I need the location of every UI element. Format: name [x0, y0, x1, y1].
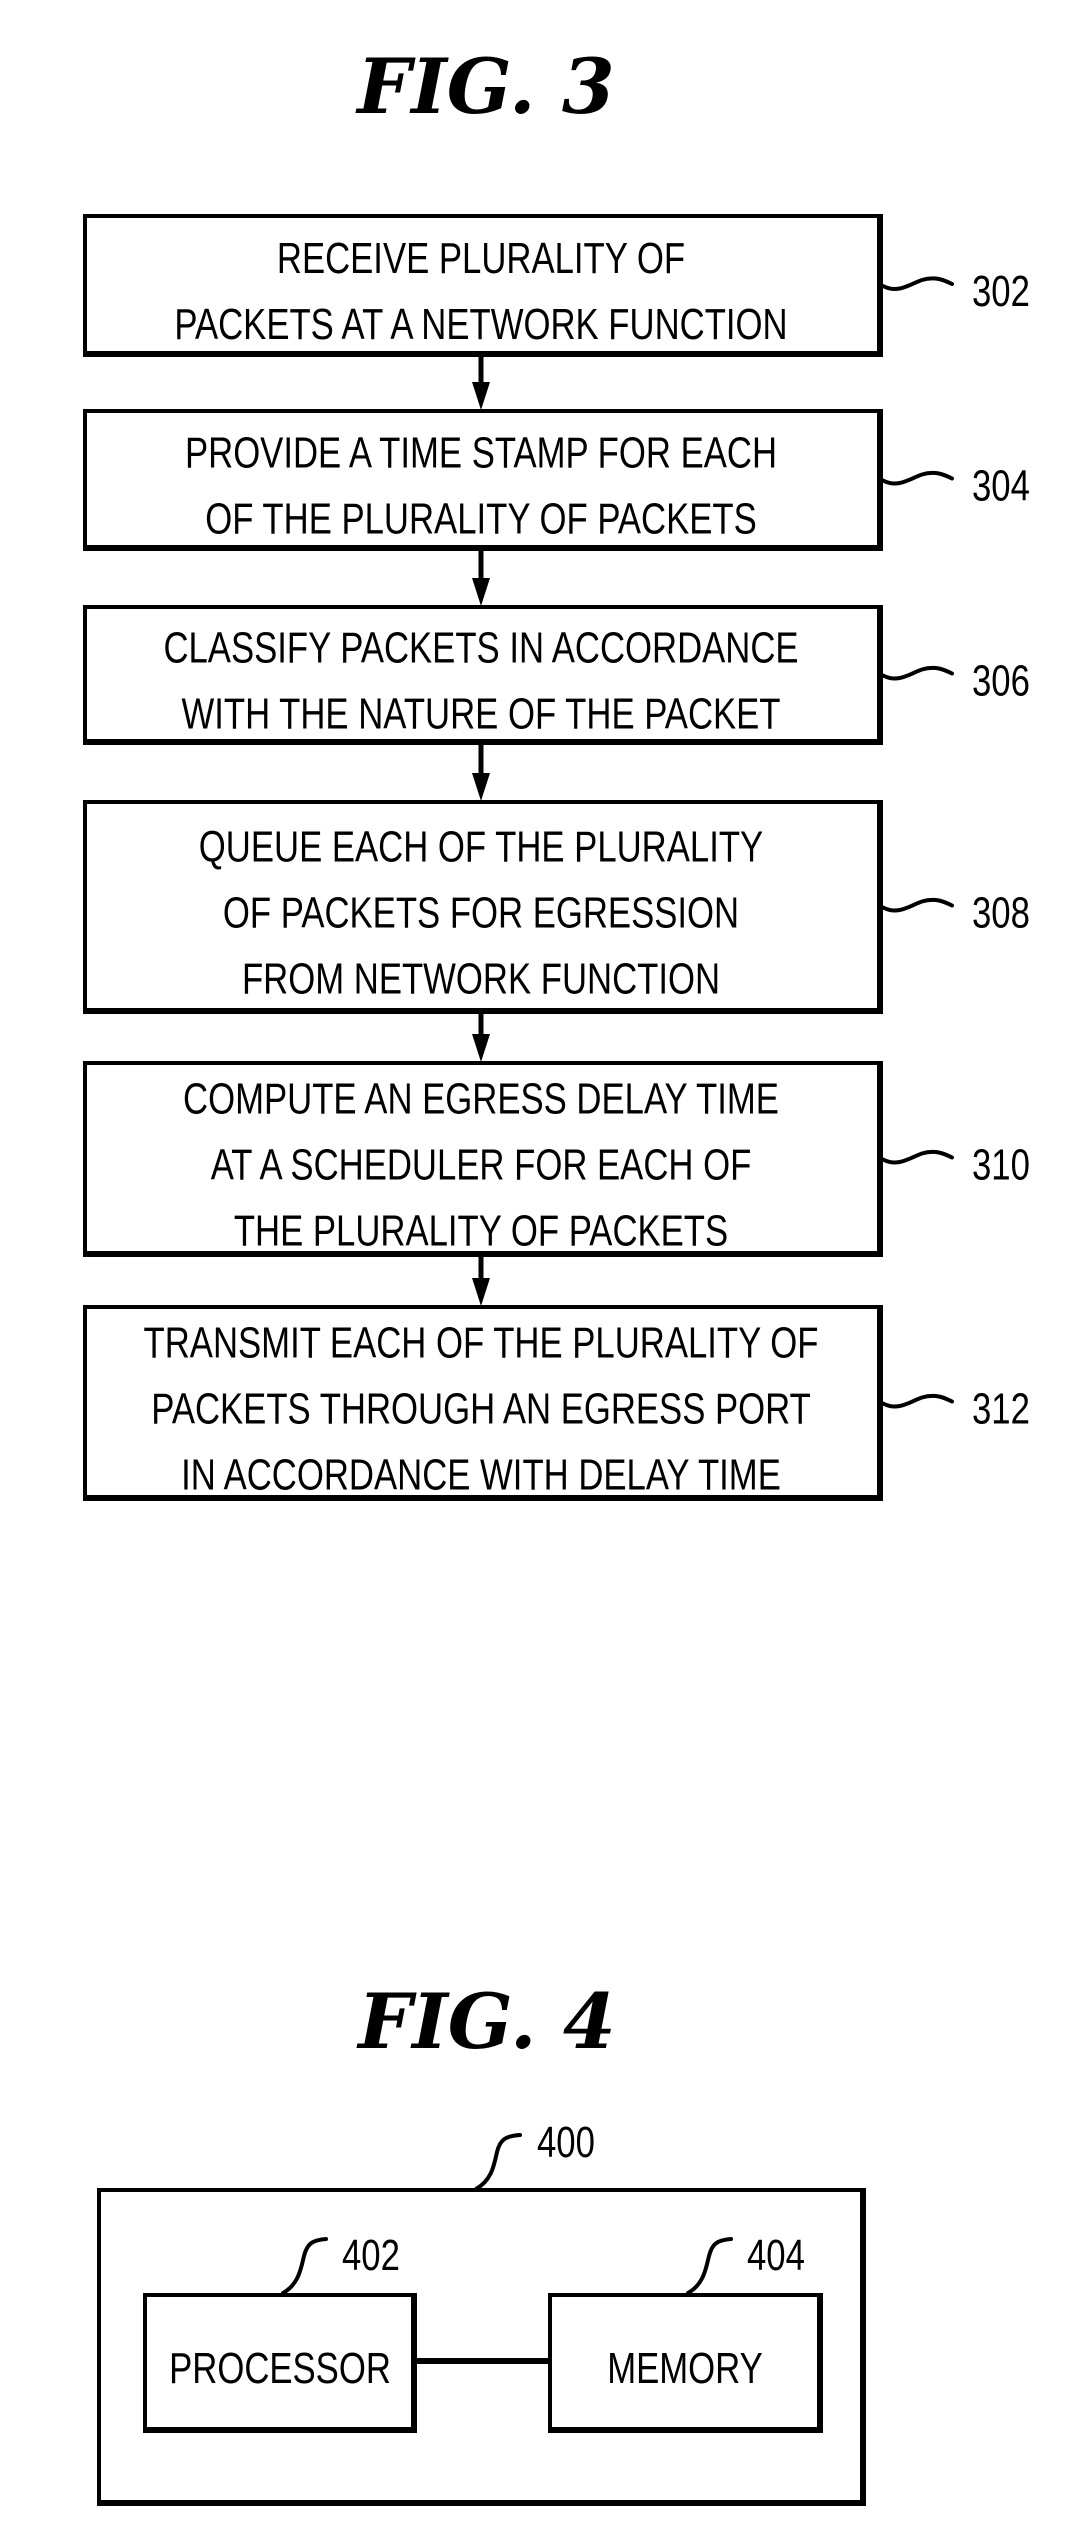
ref-label-400: 400 [537, 2118, 595, 2167]
flow-arrow [472, 550, 490, 606]
flow-step-text-line: AT A SCHEDULER FOR EACH OF [211, 1141, 752, 1190]
ref-label-310: 310 [972, 1141, 1030, 1190]
ref-label-404: 404 [747, 2231, 805, 2280]
memory-label: MEMORY [607, 2344, 763, 2393]
leader-line-306 [881, 665, 954, 681]
leader-line-304 [881, 470, 954, 486]
figure-3-title: FIG. 3 [355, 42, 615, 131]
flow-step-text-line: CLASSIFY PACKETS IN ACCORDANCE [163, 624, 798, 673]
flow-arrow [472, 1256, 490, 1306]
flow-step-text-line: RECEIVE PLURALITY OF [277, 234, 685, 283]
leader-line-400 [474, 2133, 522, 2191]
flow-step-306: CLASSIFY PACKETS IN ACCORDANCE WITH THE N… [83, 605, 1030, 745]
arrowhead-icon [472, 382, 490, 410]
figure-4-title: FIG. 4 [356, 1977, 616, 2066]
ref-label-304: 304 [972, 462, 1030, 511]
flow-step-text-line: QUEUE EACH OF THE PLURALITY [199, 823, 763, 872]
flow-step-312: TRANSMIT EACH OF THE PLURALITY OF PACKETS… [83, 1305, 1030, 1501]
flow-step-308: QUEUE EACH OF THE PLURALITY OF PACKETS FO… [83, 800, 1030, 1014]
ref-label-402: 402 [342, 2231, 400, 2280]
flow-arrow [472, 356, 490, 410]
flow-step-text-line: PACKETS AT A NETWORK FUNCTION [174, 300, 787, 349]
flow-step-text-line: PROVIDE A TIME STAMP FOR EACH [185, 429, 777, 478]
ref-label-312: 312 [972, 1385, 1030, 1434]
flow-step-text-line: THE PLURALITY OF PACKETS [234, 1207, 728, 1256]
figure-4: FIG. 4 400 PROCESSOR 402 MEMORY 404 [97, 1977, 866, 2506]
flow-step-text-line: COMPUTE AN EGRESS DELAY TIME [183, 1075, 779, 1124]
flow-step-text-line: IN ACCORDANCE WITH DELAY TIME [181, 1451, 781, 1500]
patent-drawing-sheet: FIG. 3 RECEIVE PLURALITY OF PACKETS AT A … [83, 42, 1030, 2506]
flow-step-text-line: OF PACKETS FOR EGRESSION [223, 889, 739, 938]
flow-step-302: RECEIVE PLURALITY OF PACKETS AT A NETWORK… [83, 214, 1030, 357]
ref-label-306: 306 [972, 657, 1030, 706]
ref-label-302: 302 [972, 267, 1030, 316]
flow-step-text-line: FROM NETWORK FUNCTION [242, 955, 720, 1004]
flow-step-text-line: OF THE PLURALITY OF PACKETS [205, 495, 757, 544]
flowchart: RECEIVE PLURALITY OF PACKETS AT A NETWORK… [83, 214, 1030, 1501]
leader-line-302 [881, 276, 954, 291]
flow-step-text-line: TRANSMIT EACH OF THE PLURALITY OF [144, 1319, 819, 1368]
leader-line-312 [881, 1393, 954, 1409]
ref-label-308: 308 [972, 889, 1030, 938]
flow-arrow [472, 1013, 490, 1062]
leader-line-310 [881, 1149, 954, 1165]
flow-step-310: COMPUTE AN EGRESS DELAY TIME AT A SCHEDUL… [83, 1061, 1030, 1257]
arrowhead-icon [472, 1034, 490, 1062]
flow-step-304: PROVIDE A TIME STAMP FOR EACH OF THE PLUR… [83, 409, 1030, 551]
figure-3: FIG. 3 RECEIVE PLURALITY OF PACKETS AT A … [83, 42, 1030, 1501]
flow-arrow [472, 744, 490, 801]
arrowhead-icon [472, 773, 490, 801]
flow-step-text-line: PACKETS THROUGH AN EGRESS PORT [151, 1385, 811, 1434]
leader-line-308 [881, 897, 954, 913]
arrowhead-icon [472, 578, 490, 606]
arrowhead-icon [472, 1278, 490, 1306]
flow-step-text-line: WITH THE NATURE OF THE PACKET [181, 690, 780, 739]
processor-label: PROCESSOR [169, 2344, 391, 2393]
